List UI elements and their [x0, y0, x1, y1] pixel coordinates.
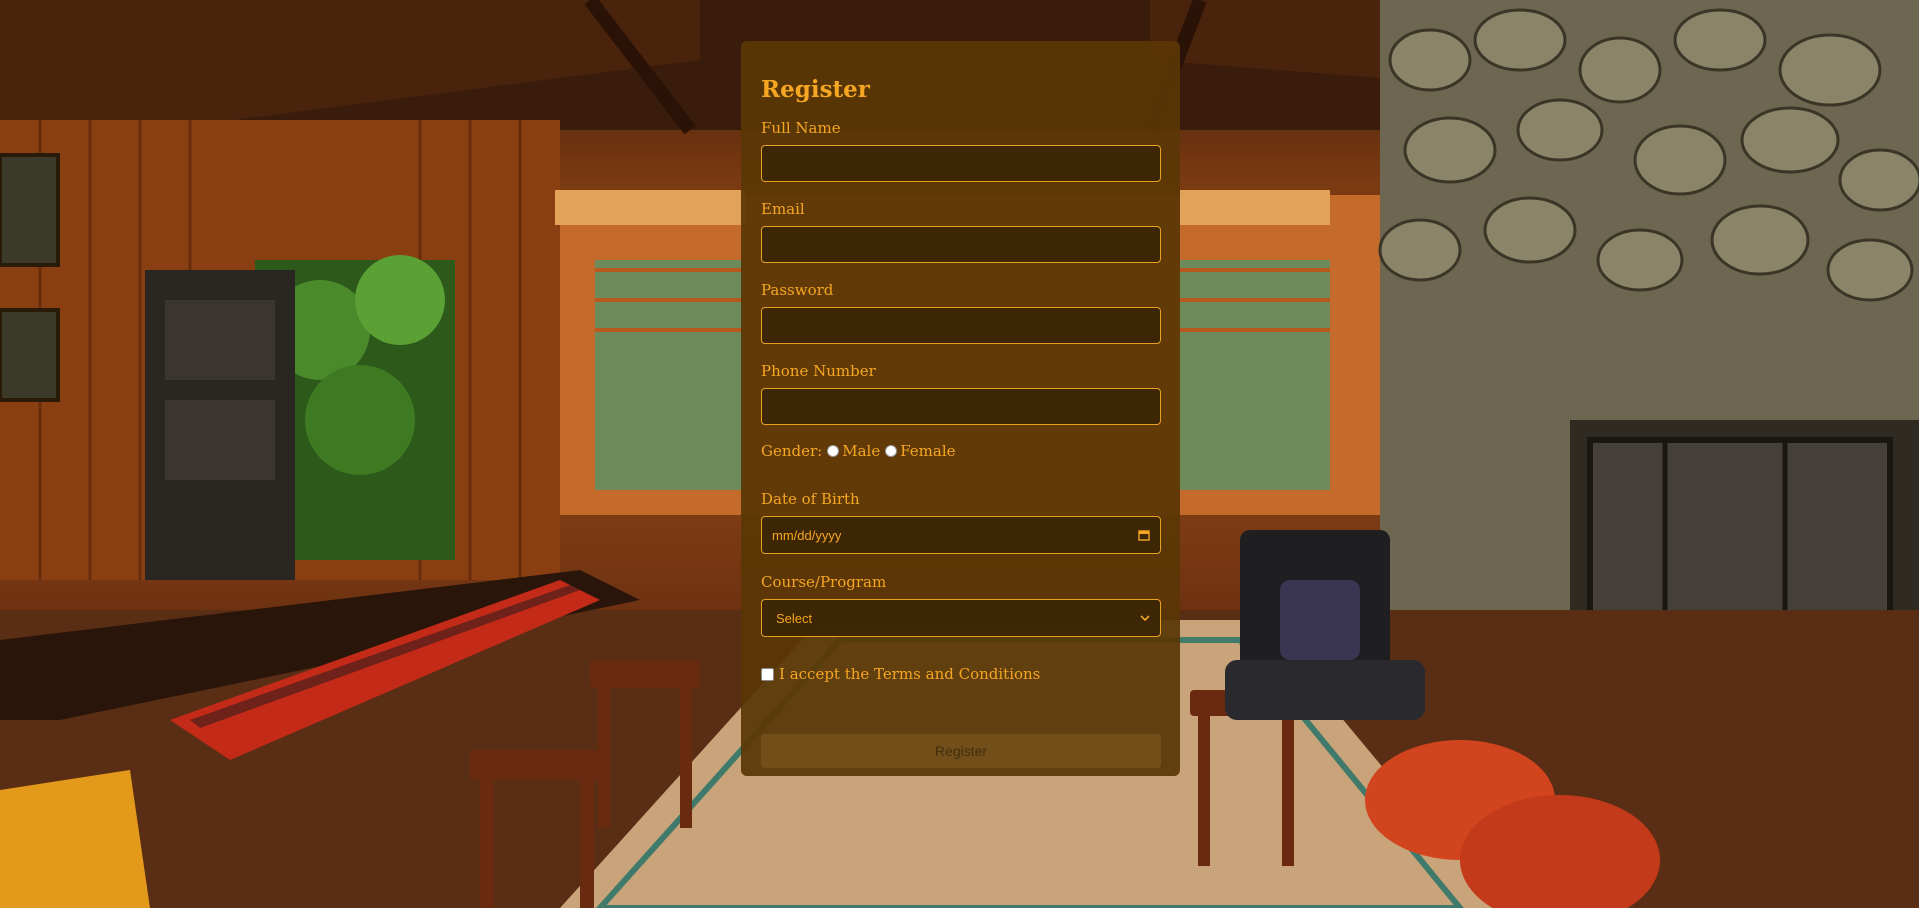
- form-title: Register: [761, 76, 870, 103]
- calendar-icon[interactable]: [1138, 529, 1150, 541]
- course-label: Course/Program: [761, 573, 887, 591]
- dob-label: Date of Birth: [761, 490, 860, 508]
- gender-group: Gender: Male Female: [761, 442, 1160, 460]
- gender-male-label: Male: [842, 442, 881, 460]
- gender-female-radio[interactable]: [885, 445, 898, 457]
- course-select[interactable]: Select: [761, 599, 1161, 637]
- password-label: Password: [761, 281, 834, 299]
- email-label: Email: [761, 200, 805, 218]
- gender-label: Gender:: [761, 442, 823, 460]
- dob-input[interactable]: mm/dd/yyyy: [761, 516, 1161, 554]
- email-input[interactable]: [761, 226, 1161, 263]
- full-name-label: Full Name: [761, 119, 841, 137]
- terms-row: I accept the Terms and Conditions: [761, 665, 1160, 683]
- full-name-input[interactable]: [761, 145, 1161, 182]
- password-input[interactable]: [761, 307, 1161, 344]
- gender-male-radio[interactable]: [827, 445, 840, 457]
- course-selected-value: Select: [776, 610, 813, 626]
- phone-input[interactable]: [761, 388, 1161, 425]
- terms-checkbox[interactable]: [761, 667, 774, 681]
- registration-form-card: Register Full Name Email Password Phone …: [741, 41, 1180, 776]
- terms-label[interactable]: I accept the Terms and Conditions: [779, 665, 1040, 683]
- chevron-down-icon: [1140, 615, 1150, 622]
- gender-female-label: Female: [900, 442, 956, 460]
- dob-placeholder: mm/dd/yyyy: [772, 527, 842, 543]
- register-button[interactable]: Register: [761, 734, 1161, 768]
- phone-label: Phone Number: [761, 362, 876, 380]
